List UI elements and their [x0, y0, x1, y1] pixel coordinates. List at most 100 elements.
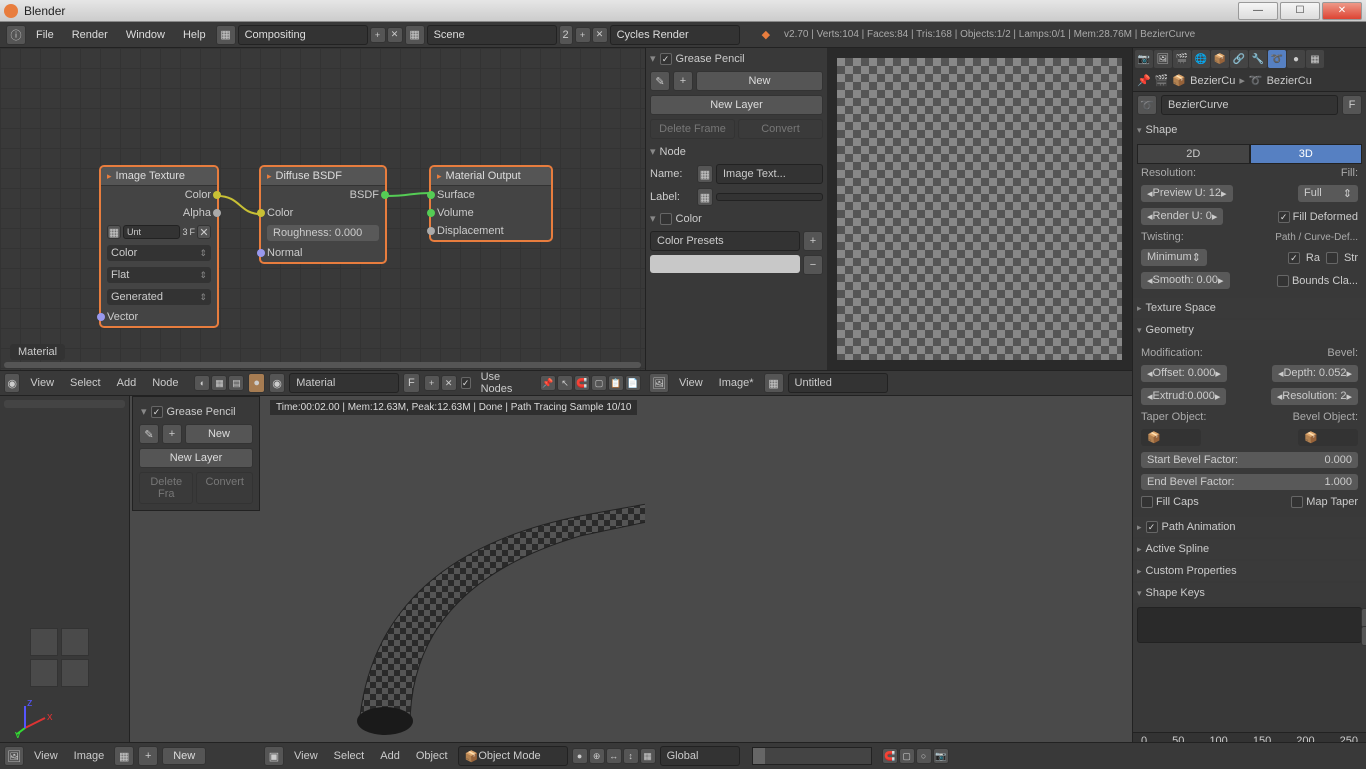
section-geometry[interactable]: Geometry: [1133, 320, 1366, 340]
tab-scene[interactable]: 🎬: [1173, 50, 1191, 68]
menu-view[interactable]: View: [673, 375, 709, 391]
tab-texture[interactable]: ▦: [1306, 50, 1324, 68]
menu-select[interactable]: Select: [328, 748, 371, 764]
render-engine-dropdown[interactable]: Cycles Render: [610, 25, 740, 45]
tab-material[interactable]: ●: [1287, 50, 1305, 68]
material-type-icon[interactable]: ●: [248, 373, 264, 393]
menu-image[interactable]: Image*: [713, 375, 760, 391]
map-taper-checkbox[interactable]: [1291, 496, 1303, 508]
section-path-animation[interactable]: Path Animation: [1133, 517, 1366, 537]
uv-image-editor[interactable]: [827, 48, 1132, 370]
grease-pencil-toggle[interactable]: [151, 406, 163, 418]
bevel-resolution-field[interactable]: ◂Resolution: 2▸: [1271, 388, 1358, 405]
delete-screen-icon[interactable]: ✕: [387, 27, 403, 43]
bevel-object-field[interactable]: 📦: [1298, 429, 1358, 446]
unlink-icon[interactable]: ✕: [197, 225, 211, 239]
tab-object[interactable]: 📦: [1211, 50, 1229, 68]
node-diffuse-bsdf[interactable]: Diffuse BSDF BSDF Color Roughness: 0.000…: [260, 166, 386, 263]
grease-draw-icon[interactable]: ✎: [650, 71, 670, 91]
section-shape-keys[interactable]: Shape Keys: [1133, 583, 1366, 603]
extrude-field[interactable]: ◂Extrud:0.000▸: [1141, 388, 1226, 405]
toolbar-handle[interactable]: [4, 400, 125, 408]
material-dropdown[interactable]: Material: [289, 373, 399, 393]
screen-layout-dropdown[interactable]: Compositing: [238, 25, 368, 45]
new-image-icon[interactable]: +: [138, 746, 158, 766]
menu-render[interactable]: Render: [64, 26, 116, 44]
viewport-extension[interactable]: [645, 396, 1132, 768]
unlink-material-icon[interactable]: ✕: [441, 375, 457, 391]
render-preview-icon[interactable]: 📷: [933, 748, 949, 764]
pin-icon[interactable]: 📌: [1137, 74, 1151, 87]
image-browse-icon[interactable]: ▦: [764, 373, 784, 393]
render-u-field[interactable]: ◂Render U: 0▸: [1141, 208, 1223, 225]
color-remove-icon[interactable]: −: [803, 255, 823, 275]
image-name-field[interactable]: Unt: [123, 225, 180, 239]
grease-add-icon[interactable]: +: [673, 71, 693, 91]
projection-dropdown[interactable]: Flat: [107, 267, 211, 283]
menu-view[interactable]: View: [288, 748, 324, 764]
menu-image[interactable]: Image: [68, 748, 111, 764]
section-active-spline[interactable]: Active Spline: [1133, 539, 1366, 559]
start-bevel-field[interactable]: Start Bevel Factor:0.000: [1141, 452, 1358, 468]
snap-icon[interactable]: 🧲: [882, 748, 898, 764]
color-panel-toggle[interactable]: [660, 213, 672, 225]
menu-select[interactable]: Select: [64, 375, 107, 391]
menu-view[interactable]: View: [28, 748, 64, 764]
window-close-button[interactable]: ✕: [1322, 2, 1362, 20]
tab-render-layers[interactable]: 🖼: [1154, 50, 1172, 68]
fill-deformed-checkbox[interactable]: [1278, 211, 1290, 223]
tab-world[interactable]: 🌐: [1192, 50, 1210, 68]
tab-render[interactable]: 📷: [1135, 50, 1153, 68]
comp-tree-icon[interactable]: ▤: [228, 375, 244, 391]
grease-new-layer-button[interactable]: New Layer: [650, 95, 823, 115]
twist-smooth-field[interactable]: ◂Smooth: 0.00▸: [1141, 272, 1230, 289]
layer-buttons[interactable]: [752, 747, 872, 765]
breadcrumb-object[interactable]: BezierCu: [1190, 75, 1235, 87]
proportional-icon[interactable]: ○: [916, 748, 932, 764]
tab-curve-data[interactable]: ➰: [1268, 50, 1286, 68]
new-image-button[interactable]: New: [162, 747, 206, 765]
shape-key-add-icon[interactable]: +: [1361, 608, 1366, 628]
mode-dropdown[interactable]: 📦 Object Mode: [458, 746, 568, 766]
editor-type-icon[interactable]: 🖼: [649, 373, 669, 393]
node-image-texture[interactable]: Image Texture Color Alpha ▦ Unt 3 F ✕ Co…: [100, 166, 218, 327]
twist-method-dropdown[interactable]: Minimum⇕: [1141, 249, 1207, 266]
offset-field[interactable]: ◂Offset: 0.000▸: [1141, 365, 1227, 382]
tab-modifiers[interactable]: 🔧: [1249, 50, 1267, 68]
material-browse-icon[interactable]: ◉: [269, 373, 285, 393]
fake-user-button[interactable]: F: [403, 373, 419, 393]
shape-2d-button[interactable]: 2D: [1137, 144, 1250, 164]
stretch-checkbox[interactable]: [1326, 252, 1338, 264]
node-editor[interactable]: Image Texture Color Alpha ▦ Unt 3 F ✕ Co…: [0, 48, 645, 370]
fill-caps-checkbox[interactable]: [1141, 496, 1153, 508]
go-parent-icon[interactable]: ↖: [557, 375, 573, 391]
menu-view[interactable]: View: [24, 375, 60, 391]
node-material-output[interactable]: Material Output Surface Volume Displacem…: [430, 166, 552, 241]
roughness-field[interactable]: Roughness: 0.000: [267, 225, 379, 241]
grease-new-button[interactable]: New: [696, 71, 823, 91]
manipulator-icon[interactable]: ↔: [606, 748, 622, 764]
layers-icon[interactable]: ▦: [640, 748, 656, 764]
window-minimize-button[interactable]: —: [1238, 2, 1278, 20]
bevel-depth-field[interactable]: ◂Depth: 0.052▸: [1272, 365, 1358, 382]
add-screen-icon[interactable]: +: [370, 27, 386, 43]
color-swatch[interactable]: [650, 255, 800, 273]
fake-user-button[interactable]: F: [1342, 95, 1362, 115]
editor-type-icon[interactable]: 🖼: [4, 746, 24, 766]
grease-convert-button[interactable]: Convert: [738, 119, 823, 139]
grease-delete-frame-button[interactable]: Delete Frame: [650, 119, 735, 139]
translate-manip-icon[interactable]: ↕: [623, 748, 639, 764]
image-browse-icon[interactable]: ▦: [107, 225, 121, 239]
use-nodes-checkbox[interactable]: [461, 377, 471, 389]
scene-dropdown[interactable]: Scene: [427, 25, 557, 45]
delete-scene-icon[interactable]: ✕: [592, 27, 608, 43]
editor-type-icon[interactable]: ⓘ: [6, 25, 26, 45]
snap-type-icon[interactable]: ▢: [591, 375, 607, 391]
tab-constraints[interactable]: 🔗: [1230, 50, 1248, 68]
image-dropdown[interactable]: Untitled: [788, 373, 888, 393]
colorspace-dropdown[interactable]: Color: [107, 245, 211, 261]
menu-add[interactable]: Add: [111, 375, 143, 391]
snap-target-icon[interactable]: ▢: [899, 748, 915, 764]
radius-checkbox[interactable]: [1288, 252, 1300, 264]
curve-browse-icon[interactable]: ➰: [1137, 95, 1157, 115]
